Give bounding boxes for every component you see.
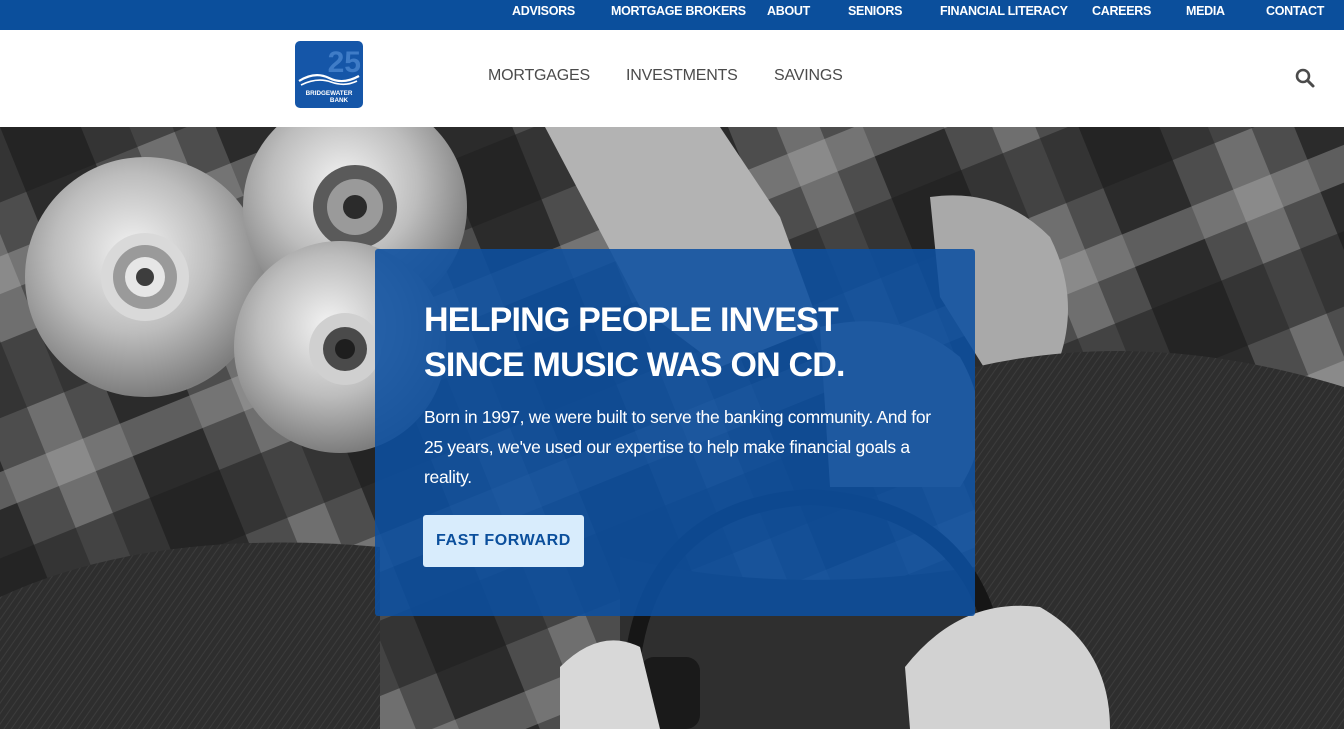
logo-anniversary-number: 25: [328, 46, 361, 79]
fast-forward-button[interactable]: FAST FORWARD: [423, 515, 584, 567]
search-button[interactable]: [1294, 67, 1316, 89]
utility-link-financial-literacy[interactable]: FINANCIAL LITERACY: [940, 0, 1068, 30]
bridgewater-logo[interactable]: 25 BRIDGEWATER BANK: [295, 41, 363, 108]
logo-name-line1: BRIDGEWATER: [306, 90, 353, 97]
nav-mortgages[interactable]: MORTGAGES: [488, 67, 590, 85]
utility-link-media[interactable]: MEDIA: [1186, 0, 1225, 30]
hero-title: HELPING PEOPLE INVEST SINCE MUSIC WAS ON…: [424, 301, 845, 384]
hero-section: HELPING PEOPLE INVEST SINCE MUSIC WAS ON…: [0, 127, 1344, 729]
utility-link-advisors[interactable]: ADVISORS: [512, 0, 575, 30]
utility-link-seniors[interactable]: SENIORS: [848, 0, 902, 30]
nav-savings[interactable]: SAVINGS: [774, 67, 843, 85]
utility-link-careers[interactable]: CAREERS: [1092, 0, 1151, 30]
hero-description: Born in 1997, we were built to serve the…: [424, 407, 931, 487]
logo-name-line2: BANK: [330, 97, 349, 104]
utility-link-about[interactable]: ABOUT: [767, 0, 810, 30]
search-icon: [1295, 68, 1315, 88]
hero-card: HELPING PEOPLE INVEST SINCE MUSIC WAS ON…: [375, 249, 975, 616]
logo-graphic: 25 BRIDGEWATER BANK: [298, 46, 361, 104]
main-header: 25 BRIDGEWATER BANK MORTGAGES INVESTMENT…: [0, 30, 1344, 127]
utility-link-contact[interactable]: CONTACT: [1266, 0, 1324, 30]
utility-nav: ADVISORS MORTGAGE BROKERS ABOUT SENIORS …: [0, 0, 1344, 30]
nav-investments[interactable]: INVESTMENTS: [626, 67, 738, 85]
utility-link-mortgage-brokers[interactable]: MORTGAGE BROKERS: [611, 0, 746, 30]
